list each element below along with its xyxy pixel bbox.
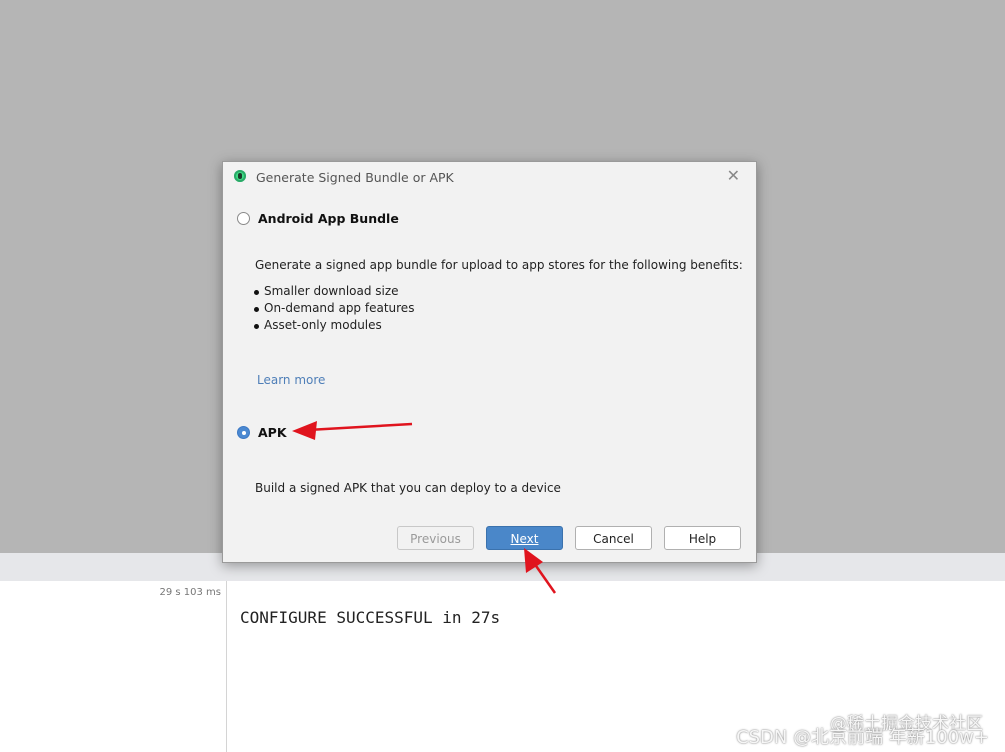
android-studio-icon: [234, 170, 246, 182]
close-icon[interactable]: ✕: [727, 166, 740, 185]
option-label-apk[interactable]: APK: [258, 425, 287, 440]
console-output: CONFIGURE SUCCESSFUL in 27s: [240, 608, 501, 627]
dialog-title: Generate Signed Bundle or APK: [256, 170, 454, 185]
next-button[interactable]: Next: [486, 526, 563, 550]
help-button[interactable]: Help: [664, 526, 741, 550]
cancel-button[interactable]: Cancel: [575, 526, 652, 550]
build-tree-pane: 29 s 103 ms: [0, 581, 227, 752]
build-duration: 29 s 103 ms: [159, 587, 221, 598]
option-label-android-app-bundle[interactable]: Android App Bundle: [258, 211, 399, 226]
list-item: On-demand app features: [253, 301, 414, 318]
watermark-csdn: CSDN @北京前端 年薪100w+: [736, 727, 989, 748]
bundle-description: Generate a signed app bundle for upload …: [255, 258, 743, 272]
learn-more-link[interactable]: Learn more: [257, 373, 325, 387]
apk-description: Build a signed APK that you can deploy t…: [255, 481, 561, 495]
list-item: Smaller download size: [253, 284, 414, 301]
dialog-titlebar: Generate Signed Bundle or APK ✕: [223, 162, 756, 192]
previous-button[interactable]: Previous: [397, 526, 474, 550]
list-item: Asset-only modules: [253, 318, 414, 335]
radio-android-app-bundle[interactable]: [237, 212, 250, 225]
generate-signed-dialog: Generate Signed Bundle or APK ✕ Android …: [222, 161, 757, 563]
bundle-benefits-list: Smaller download size On-demand app feat…: [253, 284, 414, 335]
radio-apk[interactable]: [237, 426, 250, 439]
